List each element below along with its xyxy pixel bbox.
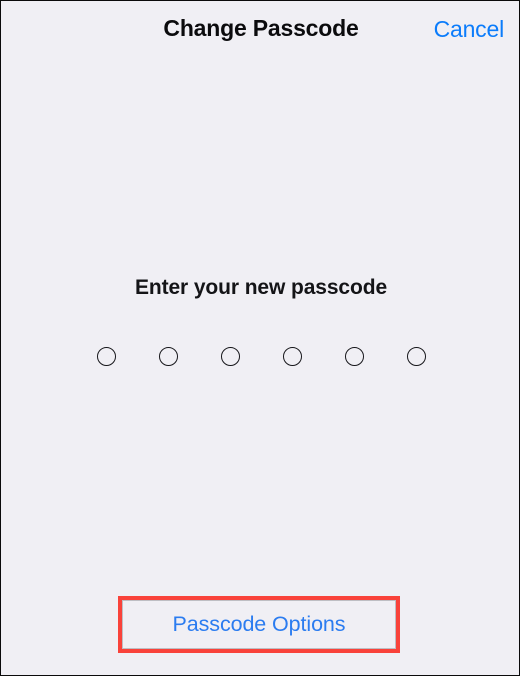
passcode-dot-6 (406, 347, 426, 366)
cancel-button[interactable]: Cancel (434, 16, 505, 43)
passcode-dot-2 (158, 347, 178, 366)
passcode-dot-3 (220, 347, 240, 366)
navigation-bar: Change Passcode Cancel (1, 1, 519, 61)
passcode-dot-1 (96, 347, 116, 366)
annotation-highlight-box: Passcode Options (118, 596, 400, 653)
passcode-prompt-label: Enter your new passcode (134, 276, 388, 299)
passcode-dot-5 (344, 347, 364, 366)
passcode-options-button[interactable]: Passcode Options (122, 600, 396, 649)
passcode-dots-group[interactable] (1, 347, 519, 366)
change-passcode-screen: Change Passcode Cancel Enter your new pa… (0, 0, 520, 676)
passcode-dot-4 (282, 347, 302, 366)
